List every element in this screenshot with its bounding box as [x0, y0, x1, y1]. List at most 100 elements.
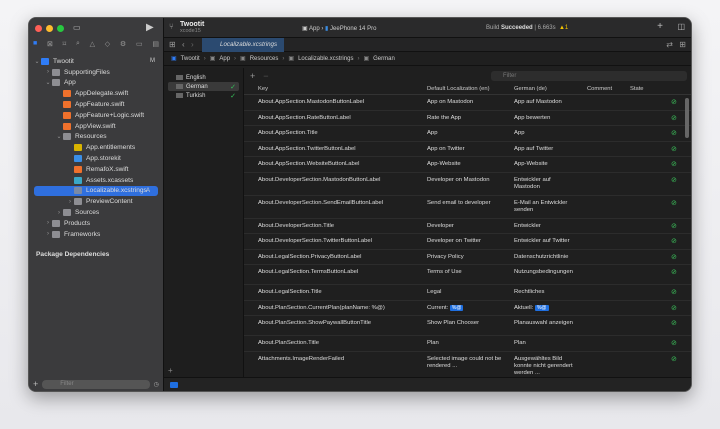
table-row[interactable]: About.LegalSection.PrivacyButtonLabel Pri…	[244, 250, 691, 265]
scrollbar[interactable]	[685, 98, 689, 138]
close-button[interactable]	[35, 25, 42, 32]
minimize-button[interactable]	[46, 25, 53, 32]
table-row[interactable]: About.DeveloperSection.MastodonButtonLab…	[244, 173, 691, 196]
column-header[interactable]: Default Localization (en)	[427, 86, 509, 93]
de-cell[interactable]: Planauswahl anzeigen	[514, 320, 578, 327]
de-cell[interactable]: E-Mail an Entwickler senden	[514, 200, 578, 214]
chevron-icon[interactable]: ›	[66, 199, 74, 205]
en-cell[interactable]: Legal	[427, 289, 509, 296]
tree-item[interactable]: AppFeature+Logic.swift	[29, 110, 163, 121]
tree-item[interactable]: › SupportingFiles	[29, 67, 163, 78]
chevron-icon[interactable]: ›	[44, 231, 52, 237]
en-cell[interactable]: Developer on Mastodon	[427, 177, 509, 184]
table-row[interactable]: About.DeveloperSection.Title Developer Ent…	[244, 219, 691, 234]
column-header[interactable]: State	[630, 86, 644, 93]
breakpoint-icon[interactable]: ▭	[136, 40, 143, 48]
tab-localizable-xcstrings[interactable]: Localizable.xcstrings	[202, 38, 284, 52]
column-header[interactable]: German (de)	[514, 86, 578, 93]
split-editor-icon[interactable]: ⊞	[679, 40, 686, 49]
language-item[interactable]: Turkish ✓	[168, 91, 239, 100]
table-row[interactable]: About.LegalSection.TermsButtonLabel Terms…	[244, 265, 691, 285]
tree-item[interactable]: › Products	[29, 218, 163, 229]
tree-item[interactable]: ⌄ Resources	[29, 132, 163, 143]
remove-string-icon[interactable]: −	[263, 71, 268, 81]
tree-item[interactable]: App.storekit	[29, 153, 163, 164]
column-header[interactable]: Key	[258, 86, 268, 93]
source-control-icon[interactable]: ⊠	[47, 40, 53, 48]
test-icon[interactable]: ◇	[105, 40, 110, 48]
back-icon[interactable]: ‹	[182, 40, 185, 49]
folder-icon[interactable]: ■	[33, 40, 37, 48]
scheme-selector[interactable]: ▣ App › ▮ JeePhone 14 Pro	[302, 25, 376, 32]
chevron-icon[interactable]: ⌄	[44, 79, 52, 86]
add-icon[interactable]: +	[657, 21, 663, 32]
en-cell[interactable]: Selected image could not be rendered ...	[427, 356, 509, 370]
tree-item[interactable]: ⌄ App	[29, 78, 163, 89]
en-cell[interactable]: App on Mastodon	[427, 99, 509, 106]
column-header[interactable]: Comment	[587, 86, 612, 93]
en-cell[interactable]: Developer on Twitter	[427, 238, 509, 245]
chevron-icon[interactable]: ⌄	[33, 58, 41, 65]
table-row[interactable]: About.PlanSection.CurrentPlan(planName: …	[244, 301, 691, 316]
tree-item[interactable]: › PreviewContent	[29, 196, 163, 207]
table-row[interactable]: About.PlanSection.Title Plan Plan ⊘	[244, 336, 691, 352]
en-cell[interactable]: Send email to developer	[427, 200, 509, 207]
tree-item[interactable]: ⌄ Twootit M	[29, 56, 163, 67]
en-cell[interactable]: Plan	[427, 340, 509, 347]
warning-icon[interactable]: △	[90, 40, 95, 48]
sidebar-toggle-icon[interactable]: ▭	[73, 23, 81, 32]
de-cell[interactable]: Entwickler auf Mastodon	[514, 177, 578, 191]
related-items-icon[interactable]: ⇄	[666, 40, 673, 49]
de-cell[interactable]: Aktuell: %@	[514, 304, 578, 312]
add-string-icon[interactable]: +	[250, 71, 255, 81]
debug-icon[interactable]: ⚙	[120, 40, 126, 48]
en-cell[interactable]: Current: %@	[427, 304, 509, 312]
table-row[interactable]: About.AppSection.Title App App ⊘	[244, 126, 691, 142]
de-cell[interactable]: Datenschutzrichtlinie	[514, 254, 578, 261]
en-cell[interactable]: Rate the App	[427, 115, 509, 122]
de-cell[interactable]: App bewerten	[514, 115, 578, 122]
tree-item[interactable]: AppDelegate.swift	[29, 88, 163, 99]
bookmark-icon[interactable]: ⌑	[63, 40, 67, 48]
add-language-icon[interactable]: +	[168, 366, 173, 375]
chevron-icon[interactable]: ›	[44, 220, 52, 226]
table-row[interactable]: About.DeveloperSection.TwitterButtonLabe…	[244, 234, 691, 250]
table-row[interactable]: About.AppSection.TwitterButtonLabel App o…	[244, 142, 691, 157]
breadcrumb-item[interactable]: Localizable.xcstrings	[298, 56, 353, 62]
en-cell[interactable]: Show Plan Chooser	[427, 320, 509, 327]
table-row[interactable]: About.PlanSection.ShowPaywallButtonTitle…	[244, 316, 691, 336]
chevron-icon[interactable]: ›	[55, 210, 63, 216]
table-filter-input[interactable]: Filter	[491, 71, 687, 81]
en-cell[interactable]: Terms of Use	[427, 269, 509, 276]
tree-item[interactable]: App.entitlements	[29, 142, 163, 153]
de-cell[interactable]: App auf Mastodon	[514, 99, 578, 106]
table-row[interactable]: About.AppSection.WebsiteButtonLabel App-W…	[244, 157, 691, 173]
report-icon[interactable]: ▤	[152, 40, 159, 48]
en-cell[interactable]: App	[427, 130, 509, 137]
chevron-icon[interactable]: ⌄	[55, 133, 63, 140]
chevron-icon[interactable]: ›	[44, 69, 52, 75]
de-cell[interactable]: Entwickler	[514, 223, 578, 230]
en-cell[interactable]: App on Twitter	[427, 146, 509, 153]
tree-item[interactable]: RemafoX.swift	[29, 164, 163, 175]
language-item[interactable]: German ✓	[168, 82, 239, 91]
run-icon[interactable]: ▶	[146, 22, 154, 33]
de-cell[interactable]: App auf Twitter	[514, 146, 578, 153]
inspector-toggle-icon[interactable]: ◫	[677, 22, 685, 31]
de-cell[interactable]: Nutzungsbedingungen	[514, 269, 578, 276]
forward-icon[interactable]: ›	[191, 40, 194, 49]
tree-item[interactable]: › Sources	[29, 207, 163, 218]
en-cell[interactable]: Privacy Policy	[427, 254, 509, 261]
navigator-filter-input[interactable]: Filter	[42, 379, 150, 389]
de-cell[interactable]: Ausgewähltes Bild konnte nicht gerendert…	[514, 356, 578, 377]
de-cell[interactable]: App-Website	[514, 161, 578, 168]
table-row[interactable]: About.AppSection.RateButtonLabel Rate the…	[244, 111, 691, 126]
tree-item[interactable]: AppView.swift	[29, 121, 163, 132]
breadcrumb-item[interactable]: Twootit	[181, 56, 200, 62]
recent-files-icon[interactable]: ◷	[154, 381, 159, 388]
search-icon[interactable]: ⌕	[76, 40, 80, 48]
breadcrumb-item[interactable]: Resources	[250, 56, 279, 62]
tree-item[interactable]: Localizable.xcstrings A	[34, 185, 158, 197]
de-cell[interactable]: Entwickler auf Twitter	[514, 238, 578, 245]
en-cell[interactable]: Developer	[427, 223, 509, 230]
